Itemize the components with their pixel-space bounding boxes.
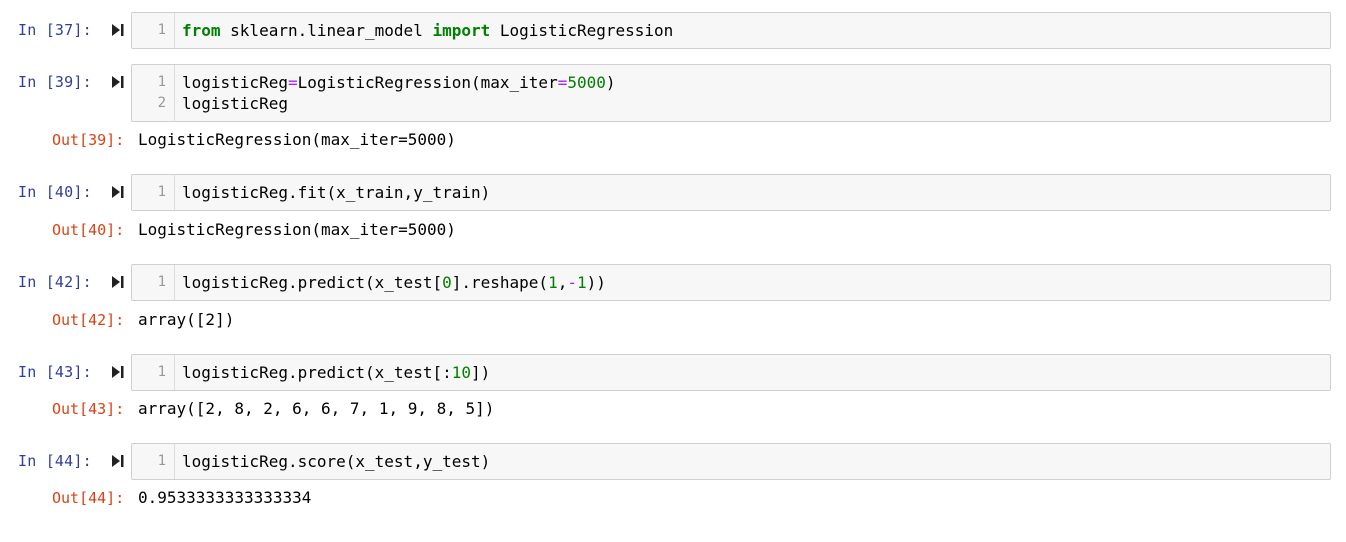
- code-token: sklearn.linear_model: [220, 21, 433, 40]
- line-number-gutter: 1: [132, 265, 175, 300]
- code-line: logisticReg=LogisticRegression(max_iter=…: [182, 72, 616, 93]
- cell-output: 0.9533333333333334: [138, 488, 312, 507]
- code-line: logisticReg.fit(x_train,y_train): [182, 182, 490, 203]
- code-token: 0: [442, 273, 452, 292]
- input-prompt: In [42]:: [18, 273, 92, 291]
- line-number-gutter: 1: [132, 13, 175, 48]
- code-cell-editor[interactable]: 1 logisticReg.predict(x_test[:10]): [131, 354, 1331, 391]
- code-token: 5000: [567, 73, 606, 92]
- line-number: 2: [157, 95, 166, 111]
- run-cell-icon[interactable]: [111, 74, 125, 90]
- line-number-gutter: 1: [132, 175, 175, 210]
- code-line: logisticReg: [182, 93, 288, 114]
- cell-output: array([2, 8, 2, 6, 6, 7, 1, 9, 8, 5]): [138, 399, 495, 418]
- code-token: 1: [548, 273, 558, 292]
- output-prompt: Out[44]:: [52, 489, 125, 507]
- line-number-gutter: 1: [132, 355, 175, 390]
- input-prompt: In [44]:: [18, 452, 92, 470]
- code-cell-editor[interactable]: 1 logisticReg.fit(x_train,y_train): [131, 174, 1331, 211]
- code-token: ]): [470, 363, 491, 382]
- code-token: =: [557, 73, 568, 92]
- notebook: In [37]: 1 from sklearn.linear_model impor…: [0, 0, 1346, 542]
- code-token: =: [287, 73, 298, 92]
- line-number: 1: [157, 184, 166, 200]
- cell-output: array([2]): [138, 310, 235, 329]
- code-cell-editor[interactable]: 1 logisticReg.predict(x_test[0].reshape(1…: [131, 264, 1331, 301]
- run-cell-icon[interactable]: [111, 184, 125, 200]
- run-cell-icon[interactable]: [111, 453, 125, 469]
- code-line: logisticReg.score(x_test,y_test): [182, 451, 490, 472]
- code-token: LogisticRegression: [490, 21, 674, 40]
- code-line: logisticReg.predict(x_test[:10]): [182, 362, 490, 383]
- line-number-gutter: 1: [132, 444, 175, 479]
- line-number: 1: [157, 274, 166, 290]
- line-number: 1: [157, 22, 166, 38]
- input-prompt: In [40]:: [18, 183, 92, 201]
- line-number: 1: [157, 74, 166, 90]
- code-token: )): [586, 273, 606, 292]
- output-prompt: Out[42]:: [52, 311, 125, 329]
- code-token: ,: [557, 273, 568, 292]
- code-token: import: [432, 21, 491, 40]
- code-token: logisticReg.score(x_test,y_test): [182, 452, 491, 471]
- input-prompt: In [37]:: [18, 21, 92, 39]
- code-token: logisticReg.predict(x_test[: [182, 273, 443, 292]
- code-line: logisticReg.predict(x_test[0].reshape(1,…: [182, 272, 606, 293]
- line-number: 1: [157, 453, 166, 469]
- code-token: ].reshape(: [451, 273, 549, 292]
- code-token: logisticReg.fit(x_train,y_train): [182, 183, 491, 202]
- run-cell-icon[interactable]: [111, 364, 125, 380]
- code-cell-editor[interactable]: 1 2 logisticReg=LogisticRegression(max_ite…: [131, 64, 1331, 122]
- code-token: 1: [576, 273, 587, 292]
- cell-output: LogisticRegression(max_iter=5000): [138, 130, 456, 149]
- line-number-gutter: 12: [132, 65, 175, 121]
- code-token: logisticReg: [182, 94, 288, 113]
- code-token: LogisticRegression(max_iter: [297, 73, 558, 92]
- code-line: from sklearn.linear_model import Logisti…: [182, 20, 673, 41]
- code-token: from: [182, 21, 221, 40]
- code-cell-editor[interactable]: 1 logisticReg.score(x_test,y_test): [131, 443, 1331, 480]
- output-prompt: Out[40]:: [52, 221, 125, 239]
- cell-output: LogisticRegression(max_iter=5000): [138, 220, 456, 239]
- input-prompt: In [39]:: [18, 73, 92, 91]
- output-prompt: Out[39]:: [52, 131, 125, 149]
- code-token: 10: [451, 363, 471, 382]
- code-token: ): [605, 73, 616, 92]
- output-prompt: Out[43]:: [52, 400, 125, 418]
- code-token: logisticReg.predict(x_test[:: [182, 363, 452, 382]
- input-prompt: In [43]:: [18, 363, 92, 381]
- code-token: logisticReg: [182, 73, 288, 92]
- code-token: -: [567, 273, 577, 292]
- code-cell-editor[interactable]: 1 from sklearn.linear_model import Logist…: [131, 12, 1331, 49]
- run-cell-icon[interactable]: [111, 22, 125, 38]
- line-number: 1: [157, 364, 166, 380]
- run-cell-icon[interactable]: [111, 274, 125, 290]
